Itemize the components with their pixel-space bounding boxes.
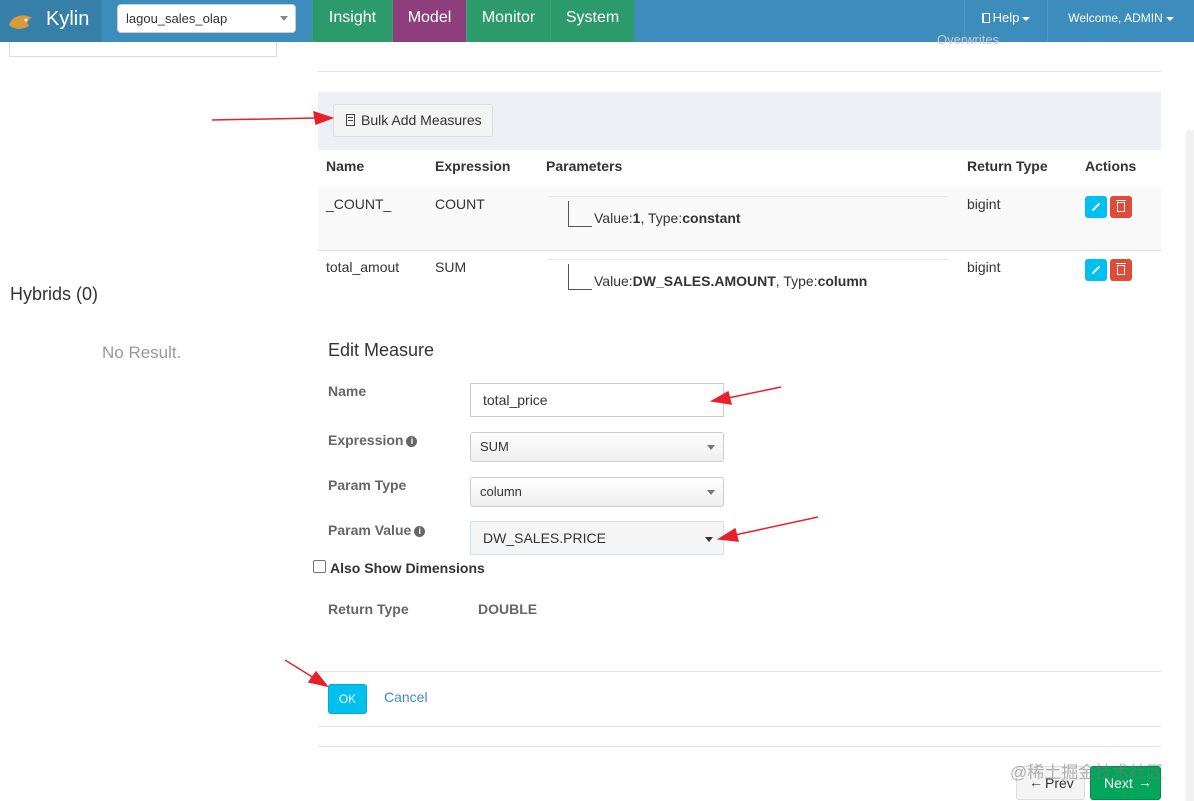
annotation-arrows — [211, 110, 819, 688]
annotation-arrow-icon — [211, 110, 335, 126]
annotation-arrow-icon — [284, 659, 329, 688]
annotation-arrow-icon — [709, 386, 782, 405]
annotation-arrow-icon — [716, 516, 819, 542]
